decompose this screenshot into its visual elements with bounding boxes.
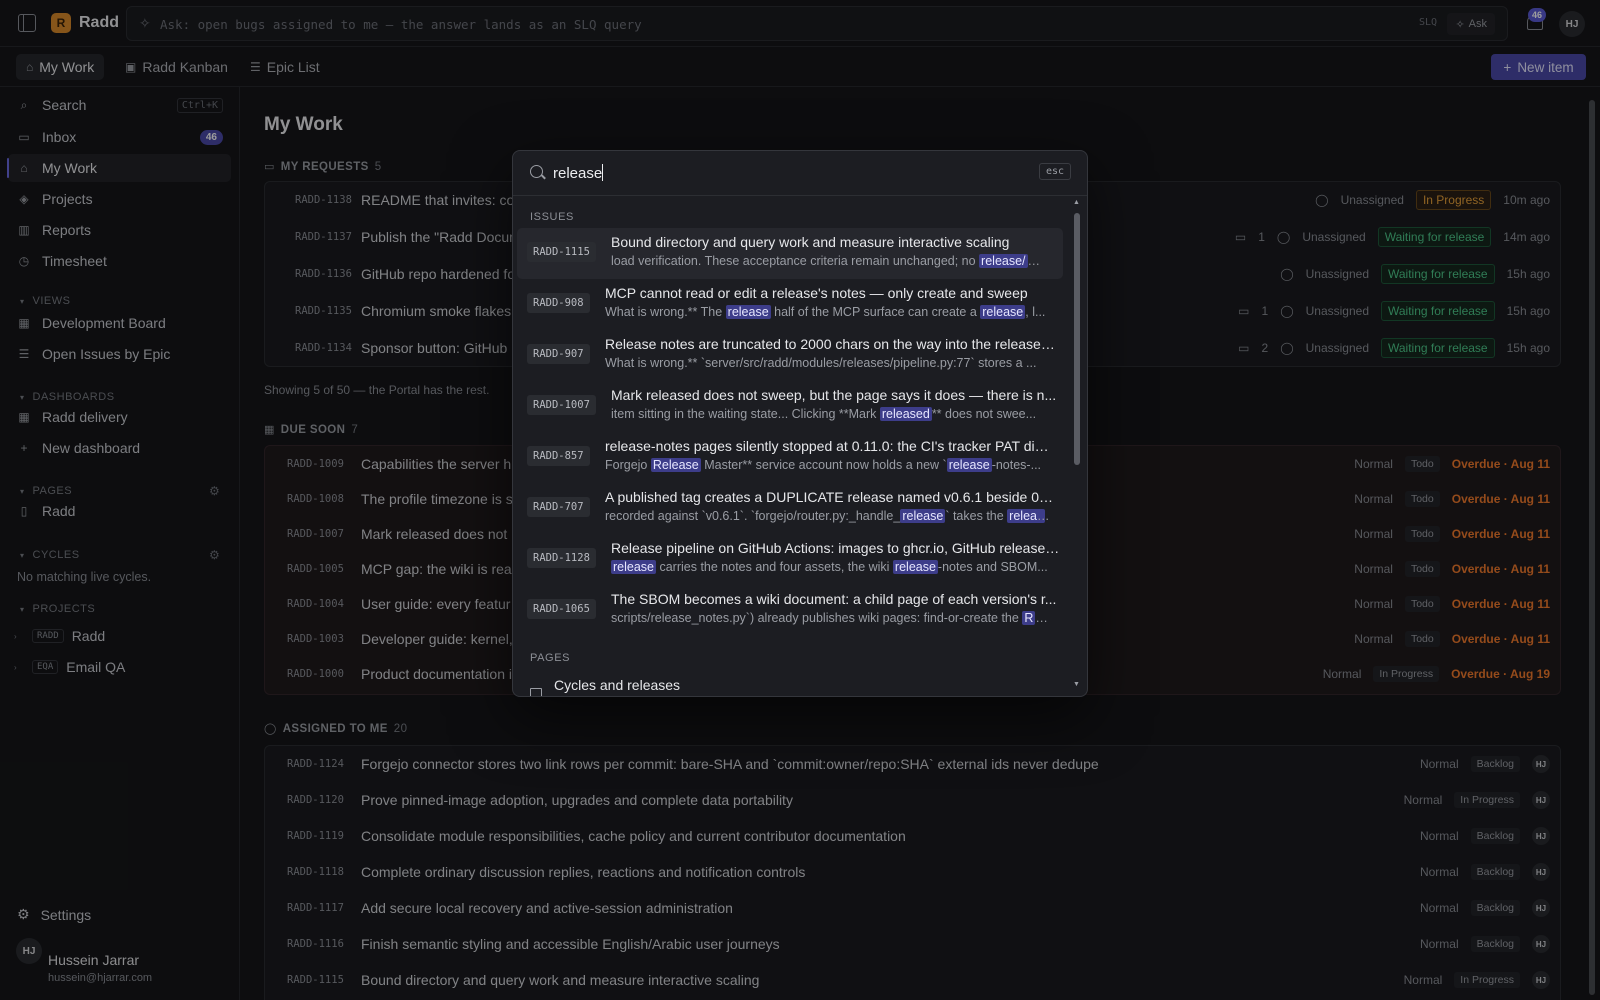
snippet-text: half of the MCP surface can create a bbox=[770, 305, 981, 319]
snippet-match: release bbox=[900, 509, 946, 523]
snippet-text: item sitting in the waiting state... Cli… bbox=[611, 407, 880, 421]
palette-scrollbar[interactable]: ▲ ▼ bbox=[1071, 199, 1083, 691]
result-snippet: release carries the notes and four asset… bbox=[611, 560, 1061, 574]
search-result-item[interactable]: RADD-907 Release notes are truncated to … bbox=[517, 330, 1063, 381]
result-snippet: scripts/release_notes.py`) already publi… bbox=[611, 611, 1048, 625]
snippet-text: carries the notes and four assets, the w… bbox=[656, 560, 893, 574]
palette-scrollbar-thumb[interactable] bbox=[1074, 213, 1080, 465]
result-title: Release pipeline on GitHub Actions: imag… bbox=[611, 540, 1061, 556]
result-title: Bound directory and query work and measu… bbox=[611, 234, 1010, 250]
palette-search-input[interactable]: release bbox=[553, 164, 604, 182]
snippet-match: release bbox=[725, 305, 771, 319]
snippet-text: load verification. These acceptance crit… bbox=[611, 254, 980, 268]
search-result-item[interactable]: RADD-1065 The SBOM becomes a wiki docume… bbox=[517, 585, 1063, 636]
result-snippet: What is wrong.** `server/src/radd/module… bbox=[605, 356, 1055, 370]
snippet-text: What is wrong.** `server/src/radd/module… bbox=[605, 356, 1037, 370]
palette-query-text: release bbox=[553, 165, 603, 182]
issue-key: RADD-857 bbox=[527, 446, 590, 466]
result-snippet: Forgejo Release Master** service account… bbox=[605, 458, 1055, 472]
snippet-text: , l... bbox=[1025, 305, 1046, 319]
book-icon bbox=[530, 688, 542, 696]
result-snippet: item sitting in the waiting state... Cli… bbox=[611, 407, 1061, 421]
snippet-match: release bbox=[611, 560, 656, 574]
snippet-match: Release bbox=[650, 458, 701, 472]
result-title: The SBOM becomes a wiki document: a chil… bbox=[611, 591, 1057, 607]
snippet-text: -notes and SBOM... bbox=[937, 560, 1048, 574]
snippet-match: R bbox=[1022, 611, 1036, 625]
result-snippet: load verification. These acceptance crit… bbox=[611, 254, 1041, 268]
result-title: release-notes pages silently stopped at … bbox=[605, 438, 1055, 454]
issues-group-header: ISSUES bbox=[530, 211, 574, 223]
search-result-item[interactable]: RADD-707 A published tag creates a DUPLI… bbox=[517, 483, 1063, 534]
issue-key: RADD-1128 bbox=[527, 548, 596, 568]
snippet-match: release bbox=[946, 458, 992, 472]
result-snippet: What is wrong.** The release half of the… bbox=[605, 305, 1055, 319]
result-title: MCP cannot read or edit a release's note… bbox=[605, 285, 1028, 301]
snippet-text: scripts/release_notes.py`) already publi… bbox=[611, 611, 1023, 625]
result-title: Mark released does not sweep, but the pa… bbox=[611, 387, 1057, 403]
scroll-up-arrow-icon[interactable]: ▲ bbox=[1073, 199, 1080, 206]
search-result-item[interactable]: RADD-1115 Bound directory and query work… bbox=[517, 228, 1063, 279]
snippet-text: ` takes the bbox=[945, 509, 1008, 523]
search-icon bbox=[530, 165, 543, 178]
result-title: Release notes are truncated to 2000 char… bbox=[605, 336, 1055, 352]
page-result-title[interactable]: Cycles and releases bbox=[554, 677, 680, 693]
pages-group-header: PAGES bbox=[530, 652, 571, 664]
snippet-match: release bbox=[980, 305, 1026, 319]
result-title: A published tag creates a DUPLICATE rele… bbox=[605, 489, 1055, 505]
snippet-match: releas bbox=[1007, 509, 1046, 523]
snippet-text: recorded against `v0.6.1`. `forgejo/rout… bbox=[605, 509, 901, 523]
esc-key-hint[interactable]: esc bbox=[1038, 163, 1071, 180]
snippet-match: release bbox=[892, 560, 938, 574]
issue-key: RADD-1065 bbox=[527, 599, 596, 619]
command-palette: release esc ISSUES RADD-1115 Bound direc… bbox=[512, 150, 1088, 697]
snippet-text: -notes-... bbox=[991, 458, 1042, 472]
search-result-item[interactable]: RADD-1007 Mark released does not sweep, … bbox=[517, 381, 1063, 432]
snippet-text: ** does not swee... bbox=[931, 407, 1037, 421]
snippet-text: What is wrong.** The bbox=[605, 305, 726, 319]
search-result-item[interactable]: RADD-857 release-notes pages silently st… bbox=[517, 432, 1063, 483]
scroll-down-arrow-icon[interactable]: ▼ bbox=[1073, 681, 1080, 688]
snippet-match: release/ bbox=[979, 254, 1028, 268]
result-snippet: recorded against `v0.6.1`. `forgejo/rout… bbox=[605, 509, 1055, 523]
text-caret bbox=[602, 164, 604, 181]
issue-key: RADD-1115 bbox=[527, 242, 596, 262]
search-result-item[interactable]: RADD-1128 Release pipeline on GitHub Act… bbox=[517, 534, 1063, 585]
snippet-text: Master** service account now holds a new… bbox=[700, 458, 947, 472]
snippet-match: released bbox=[879, 407, 932, 421]
palette-divider bbox=[513, 195, 1087, 196]
search-result-item[interactable]: RADD-908 MCP cannot read or edit a relea… bbox=[517, 279, 1063, 330]
issue-key: RADD-707 bbox=[527, 497, 590, 517]
issue-key: RADD-908 bbox=[527, 293, 590, 313]
issue-key: RADD-1007 bbox=[527, 395, 596, 415]
snippet-text: Forgejo bbox=[605, 458, 651, 472]
issue-key: RADD-907 bbox=[527, 344, 590, 364]
